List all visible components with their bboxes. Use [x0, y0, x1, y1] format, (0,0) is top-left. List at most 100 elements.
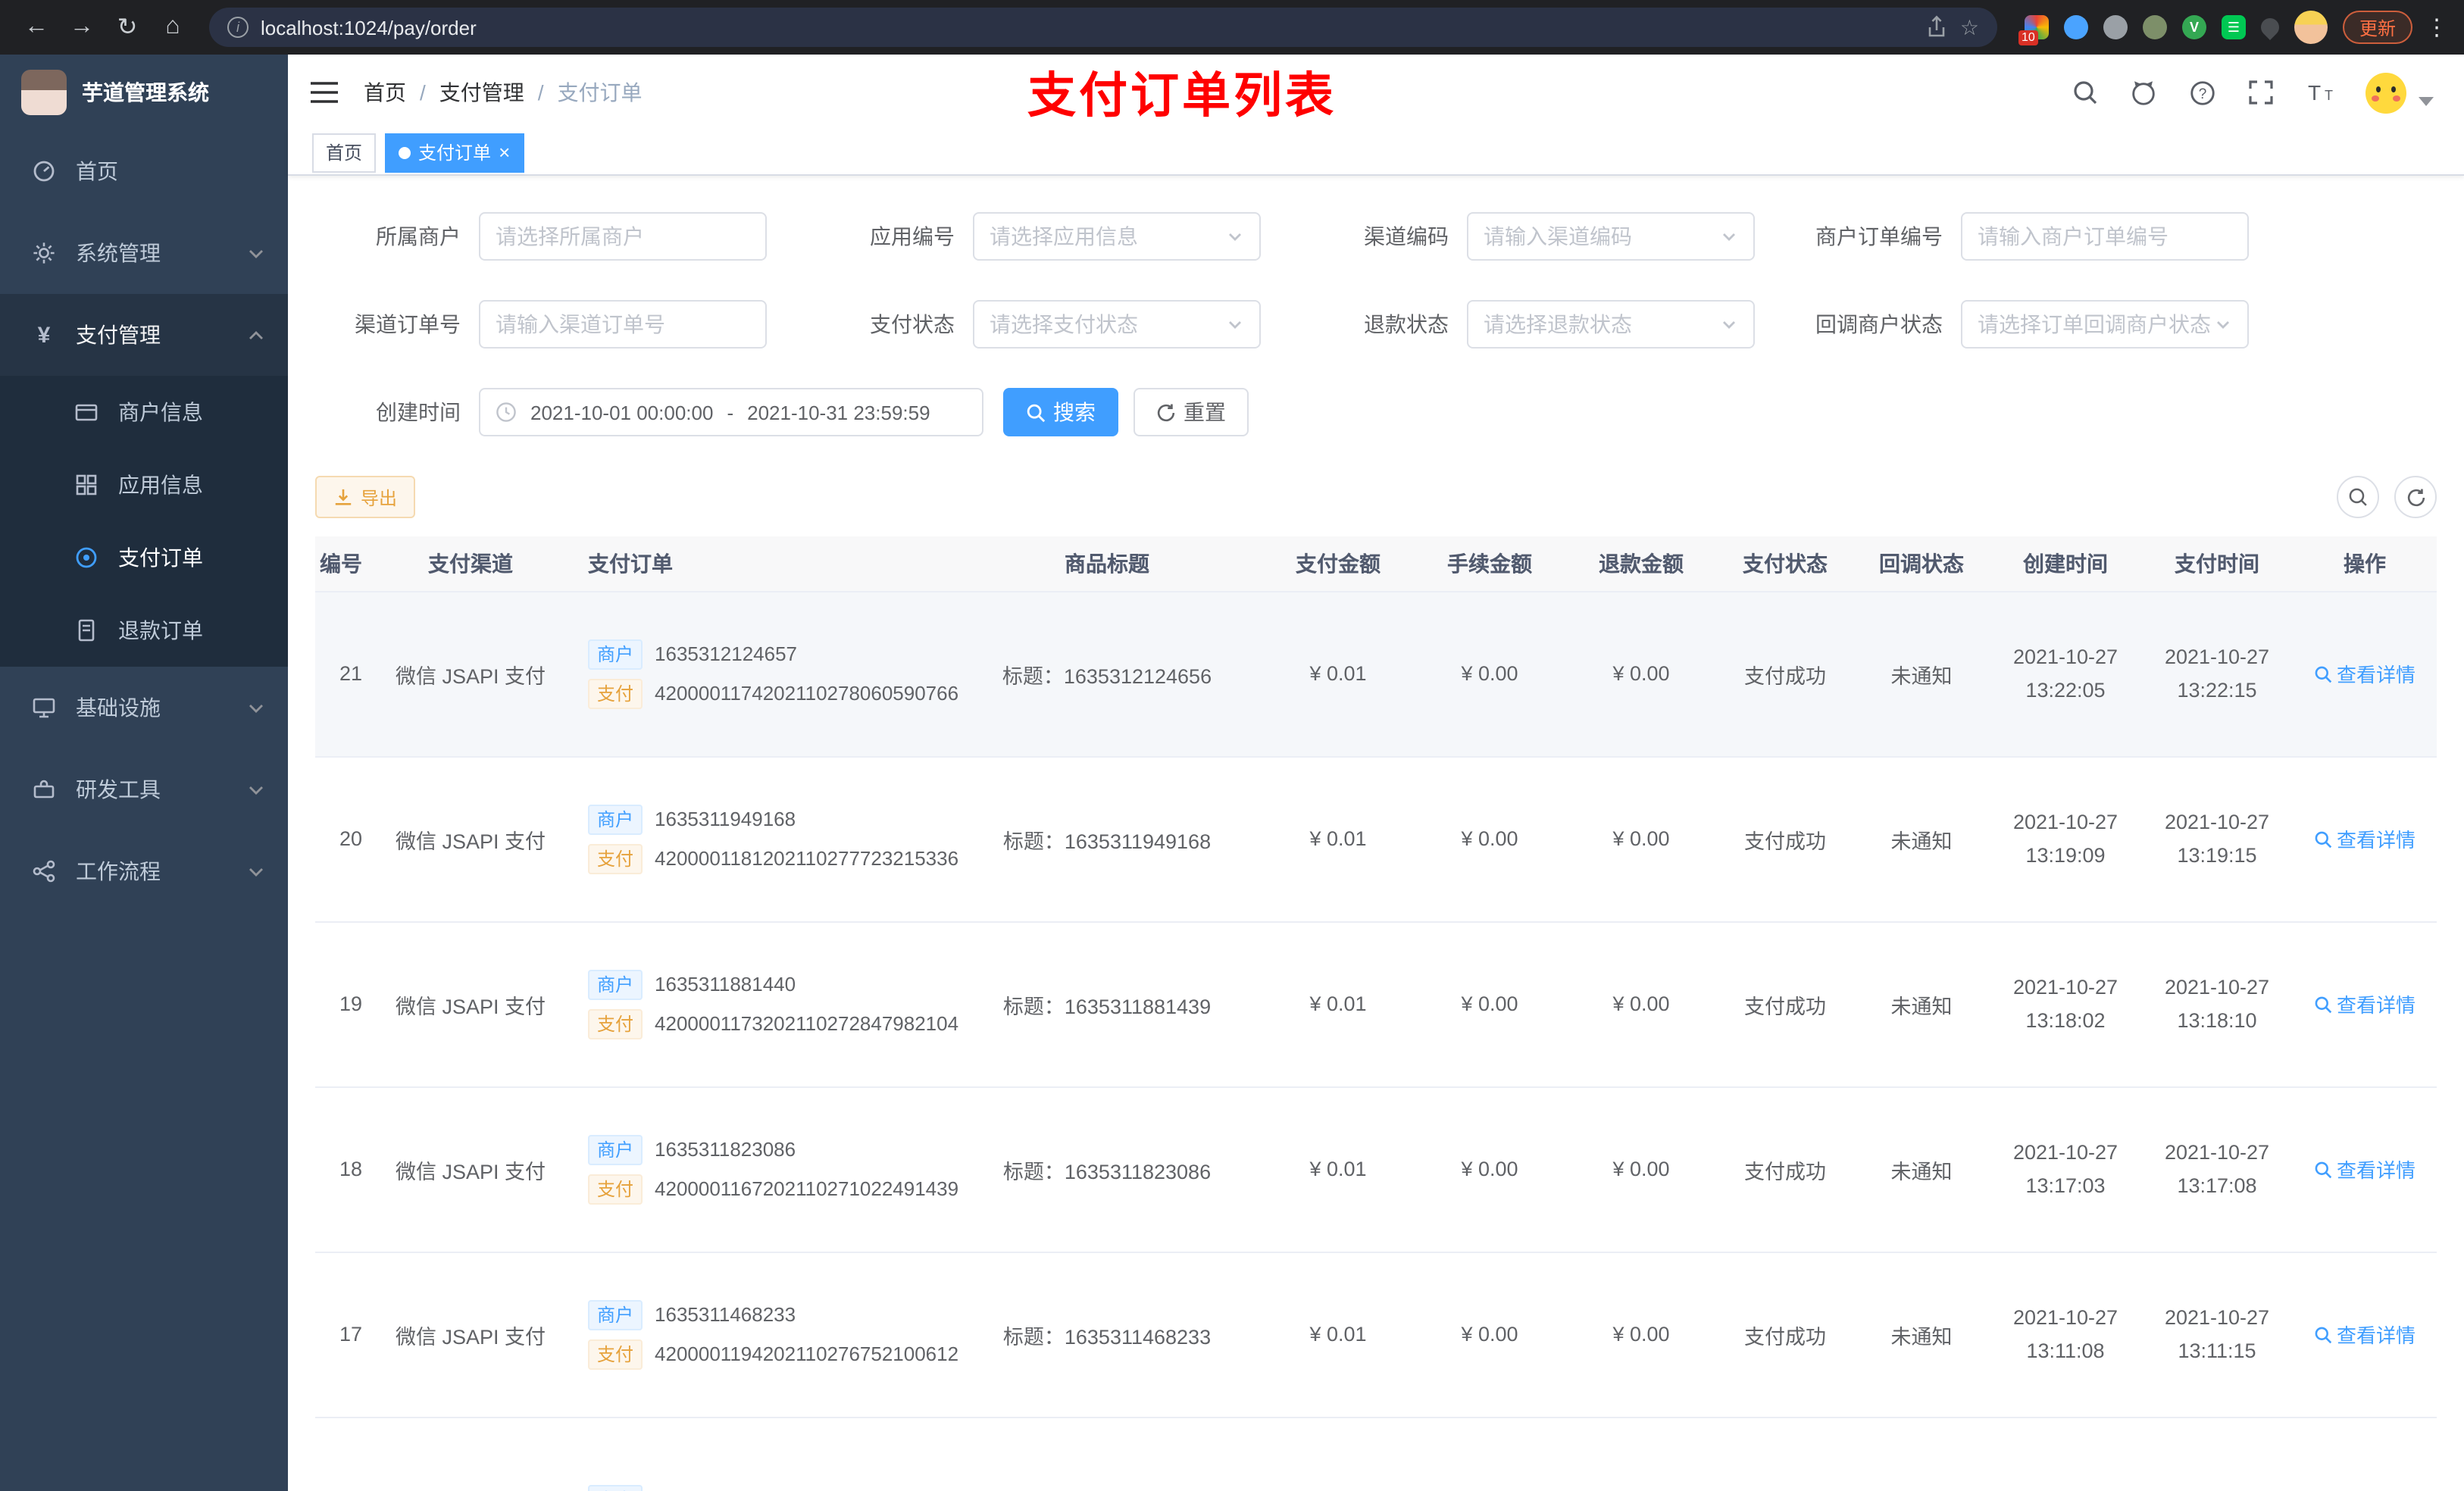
browser-menu-icon[interactable]: ⋮	[2425, 14, 2449, 41]
browser-forward-button[interactable]: →	[61, 6, 103, 48]
avatar-dropdown-caret-icon[interactable]	[2419, 96, 2434, 107]
browser-home-button[interactable]: ⌂	[152, 6, 194, 48]
sidebar-item-infrastructure[interactable]: 基础设施	[0, 667, 288, 749]
sidebar-item-pay-order[interactable]: 支付订单	[0, 521, 288, 594]
extension-icon-olive[interactable]	[2142, 15, 2167, 39]
sidebar-item-payment[interactable]: ¥ 支付管理	[0, 294, 288, 376]
chevron-down-icon	[1229, 321, 1241, 329]
filter-control[interactable]: 请选择支付状态	[973, 300, 1261, 349]
sidebar-item-merchant-info[interactable]: 商户信息	[0, 376, 288, 449]
bookmark-star-icon[interactable]: ☆	[1960, 14, 1979, 40]
date-part: 2021-10-27	[2164, 975, 2270, 999]
filter-control[interactable]: 请输入商户订单编号	[1961, 212, 2249, 261]
github-icon[interactable]	[2129, 78, 2158, 107]
col-header-pay-time: 支付时间	[2141, 536, 2293, 592]
sidebar-item-home[interactable]: 首页	[0, 130, 288, 212]
export-button[interactable]: 导出	[315, 476, 416, 518]
merchant-tag: 商户	[588, 639, 643, 669]
magnifier-icon	[2315, 996, 2332, 1013]
browser-back-button[interactable]: ←	[15, 6, 58, 48]
cell-pay-time: 2021-10-27 13:19:15	[2141, 756, 2293, 922]
address-bar[interactable]: i localhost:1024/pay/order ☆	[209, 8, 1997, 47]
link-label: 查看详情	[2336, 1324, 2416, 1347]
cell-title: 标题：1635312124656	[952, 591, 1262, 757]
pay-order-no: 4200001174202110278060590766	[655, 682, 959, 705]
cell-channel: 微信 JSAPI 支付	[383, 1086, 558, 1252]
payment-submenu: 商户信息 应用信息 支付订单 退款订单	[0, 376, 288, 667]
cell-notify: 未通知	[1853, 756, 1990, 922]
time-part: 13:11:08	[2026, 1339, 2105, 1361]
close-icon[interactable]: ×	[499, 142, 510, 162]
extension-icon-gray[interactable]	[2103, 15, 2128, 39]
pin-icon[interactable]	[2256, 14, 2283, 40]
browser-reload-button[interactable]: ↻	[106, 6, 149, 48]
browser-update-button[interactable]: 更新	[2342, 11, 2412, 44]
extension-icon-blue[interactable]	[2063, 15, 2088, 39]
extension-icon-chat[interactable]: ☰	[2221, 15, 2246, 39]
magnifier-icon	[2315, 1161, 2332, 1178]
cell-pay-time: 2021-10-27 13:18:10	[2141, 921, 2293, 1087]
user-avatar[interactable]	[2366, 72, 2406, 113]
cell-refund: ¥ 0.00	[1565, 756, 1717, 922]
filter-control[interactable]: 请选择所属商户	[479, 212, 767, 261]
date-part: 2021-10-27	[2012, 975, 2118, 999]
filter-item: 应用编号 请选择应用信息	[809, 212, 1303, 261]
filter-control[interactable]: 请输入渠道订单号	[479, 300, 767, 349]
toggle-search-button[interactable]	[2337, 476, 2379, 518]
sidebar-item-system[interactable]: 系统管理	[0, 212, 288, 294]
cell-pay-time: 2021-10-27 13:22:15	[2141, 591, 2293, 757]
tab-pay-order[interactable]: 支付订单 ×	[385, 133, 524, 172]
reset-button[interactable]: 重置	[1134, 388, 1249, 436]
view-detail-link[interactable]: 查看详情	[2314, 824, 2416, 853]
view-detail-link[interactable]: 查看详情	[2314, 1320, 2416, 1349]
cell-title: 标题：1635311881439	[952, 921, 1262, 1087]
filter-row-3: 创建时间 2021-10-01 00:00:00 - 2021-10-31 23…	[315, 388, 2437, 436]
view-detail-link[interactable]: 查看详情	[2314, 659, 2416, 688]
sidebar-item-workflow[interactable]: 工作流程	[0, 830, 288, 912]
hamburger-icon[interactable]	[309, 79, 339, 106]
cell-channel: 微信 JSAPI 支付	[383, 921, 558, 1087]
search-button[interactable]: 搜索	[1003, 388, 1118, 436]
pay-order-line: 支付 4200001167202110271022491439	[588, 1174, 958, 1204]
chevron-up-icon	[249, 330, 264, 340]
date-range-input[interactable]: 2021-10-01 00:00:00 - 2021-10-31 23:59:5…	[479, 388, 983, 436]
filter-item: 渠道订单号 请输入渠道订单号	[315, 300, 809, 349]
extension-icon-check[interactable]: V	[2181, 15, 2206, 39]
search-icon[interactable]	[2072, 79, 2099, 106]
refresh-table-button[interactable]	[2394, 476, 2437, 518]
font-size-icon[interactable]: TT	[2305, 79, 2335, 106]
sidebar-item-app-info[interactable]: 应用信息	[0, 449, 288, 521]
site-info-icon[interactable]: i	[227, 17, 249, 38]
filter-control[interactable]: 请选择应用信息	[973, 212, 1261, 261]
breadcrumb-payment[interactable]: 支付管理	[439, 77, 524, 108]
view-detail-link[interactable]: 查看详情	[2314, 989, 2416, 1018]
fullscreen-icon[interactable]	[2247, 79, 2275, 106]
view-detail-link[interactable]: 查看详情	[2314, 1155, 2416, 1183]
table-row: 19 微信 JSAPI 支付 商户 1635311881440 支付 42000…	[315, 921, 2437, 1087]
help-icon[interactable]: ?	[2188, 78, 2217, 107]
merchant-order-no: 1635311468233	[655, 1303, 796, 1326]
extension-icon-colorful[interactable]: 10	[2018, 15, 2049, 45]
merchant-tag: 商户	[588, 1299, 643, 1330]
filter-control[interactable]: 请输入渠道编码	[1467, 212, 1755, 261]
page-header: 首页 / 支付管理 / 支付订单 支付订单列表 ? TT	[288, 55, 2464, 130]
cell-create-time: 2021-10-27 13:19:09	[1990, 756, 2141, 922]
browser-profile-avatar[interactable]	[2294, 11, 2328, 44]
filter-control[interactable]: 请选择退款状态	[1467, 300, 1755, 349]
cell-refund: ¥ 0.00	[1565, 1086, 1717, 1252]
app-logo[interactable]: 芋道管理系统	[0, 55, 288, 130]
col-header-channel: 支付渠道	[383, 536, 558, 592]
filter-item: 回调商户状态 请选择订单回调商户状态	[1797, 300, 2291, 349]
share-icon[interactable]	[1927, 15, 1948, 39]
cell-status: 支付成功	[1717, 591, 1853, 757]
sidebar-item-dev-tools[interactable]: 研发工具	[0, 749, 288, 830]
breadcrumb-home[interactable]: 首页	[364, 77, 406, 108]
cell-fee: ¥ 0.00	[1414, 756, 1565, 922]
breadcrumb-separator: /	[420, 80, 426, 105]
sidebar-item-refund-order[interactable]: 退款订单	[0, 594, 288, 667]
tab-home[interactable]: 首页	[312, 133, 377, 172]
placeholder-text: 请选择订单回调商户状态	[1978, 312, 2211, 336]
filter-control[interactable]: 请选择订单回调商户状态	[1961, 300, 2249, 349]
time-part: 13:22:05	[2025, 678, 2106, 701]
time-part: 13:11:15	[2178, 1339, 2256, 1361]
